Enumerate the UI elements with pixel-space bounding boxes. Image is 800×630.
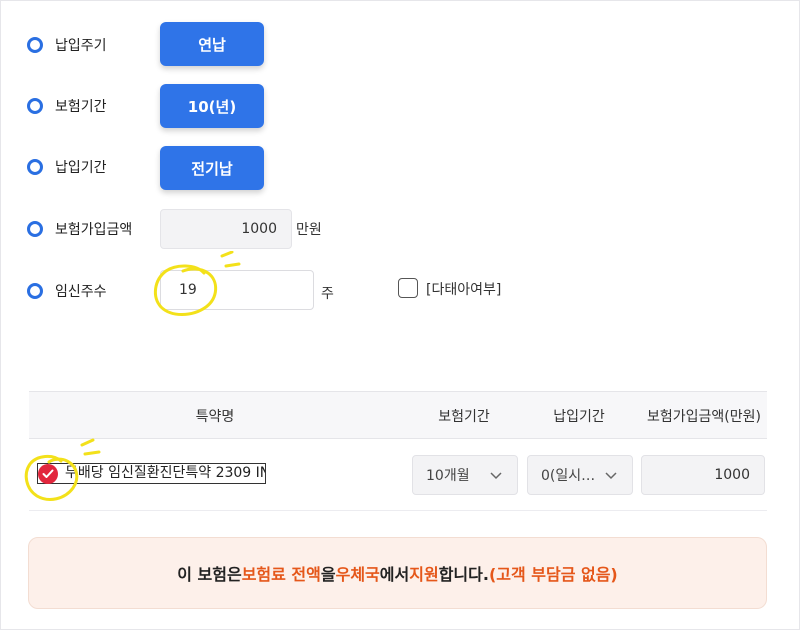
banner-text-1: 이 보험은: [177, 565, 242, 584]
pregnancy-weeks-row: 임신주수: [27, 271, 107, 311]
support-banner: 이 보험은 보험료 전액 을 우체국 에서 지원 합니다. (고객 부담금 없음…: [28, 537, 767, 609]
twin-label: [다태아여부]: [426, 282, 502, 298]
rider-insurance-period-value: 10개월: [426, 468, 470, 484]
header-rider-name: 특약명: [195, 409, 235, 425]
banner-highlight-support: 지원: [409, 565, 439, 584]
banner-text-4: 합니다.: [438, 565, 489, 584]
sum-insured-unit: 만원: [296, 222, 322, 238]
banner-highlight-no-cost: (고객 부담금 없음): [488, 565, 618, 584]
insurance-form-page: 납입주기 연납 보험기간 10(년) 납입기간 전기납 보험가입금액 1000 …: [0, 0, 800, 630]
rider-insurance-period-select[interactable]: 10개월: [412, 455, 518, 495]
rider-table-header: 특약명 보험기간 납입기간 보험가입금액(만원): [29, 391, 767, 439]
banner-highlight-premium: 보험료 전액: [241, 565, 321, 584]
payment-cycle-row: 납입주기: [27, 25, 107, 65]
chevron-down-icon: [490, 472, 502, 480]
payment-cycle-radio-icon: [27, 37, 43, 53]
banner-text-2: 을: [320, 565, 336, 584]
payment-period-button[interactable]: 전기납: [160, 146, 264, 190]
pregnancy-weeks-radio-icon: [27, 283, 43, 299]
banner-highlight-post-office: 우체국: [335, 565, 380, 584]
rider-name: 무배당 임신질환진단특약 2309 IN: [37, 463, 266, 484]
sum-insured-radio-icon: [27, 221, 43, 237]
rider-payment-period-value: 0(일시…: [541, 468, 596, 484]
rider-payment-period-select[interactable]: 0(일시…: [527, 455, 633, 495]
sum-insured-field: 1000: [160, 209, 292, 249]
header-payment-period: 납입기간: [553, 409, 605, 425]
sum-insured-label: 보험가입금액: [55, 222, 133, 238]
banner-text-3: 에서: [379, 565, 410, 584]
header-amount: 보험가입금액(만원): [647, 409, 761, 425]
check-icon: [42, 469, 54, 478]
insurance-period-row: 보험기간: [27, 86, 107, 126]
pregnancy-weeks-unit: 주: [321, 286, 334, 302]
row-divider: [29, 510, 767, 511]
payment-period-label: 납입기간: [55, 160, 107, 176]
chevron-down-icon: [605, 472, 617, 480]
insurance-period-radio-icon: [27, 98, 43, 114]
payment-period-radio-icon: [27, 159, 43, 175]
sum-insured-row: 보험가입금액: [27, 209, 132, 249]
insurance-period-button[interactable]: 10(년): [160, 84, 264, 128]
header-insurance-period: 보험기간: [438, 409, 490, 425]
insurance-period-label: 보험기간: [55, 99, 107, 115]
rider-amount-field: 1000: [641, 455, 765, 495]
payment-cycle-button[interactable]: 연납: [160, 22, 264, 66]
rider-checkbox[interactable]: [38, 464, 58, 484]
payment-period-row: 납입기간: [27, 147, 107, 187]
twin-checkbox[interactable]: [398, 278, 418, 298]
pregnancy-weeks-input[interactable]: 19: [160, 270, 314, 310]
pregnancy-weeks-label: 임신주수: [55, 284, 107, 300]
payment-cycle-label: 납입주기: [55, 38, 107, 54]
